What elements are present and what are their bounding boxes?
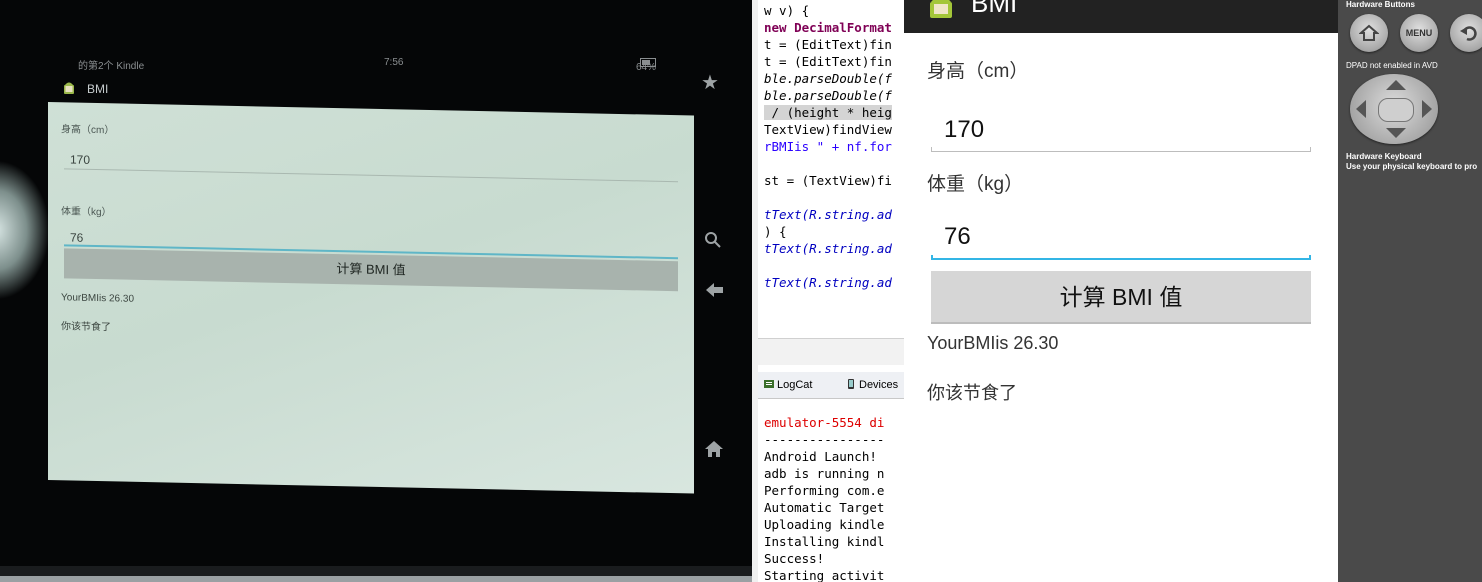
code-line: ble.parseDouble(f xyxy=(764,88,892,103)
code-line-highlighted: / (height * heig xyxy=(764,105,892,120)
code-line: t = (EditText)fin xyxy=(764,37,892,52)
height-label: 身高（cm） xyxy=(61,124,115,137)
height-input[interactable]: 170 xyxy=(70,152,90,166)
android-app-icon xyxy=(64,82,74,94)
device-icon xyxy=(848,379,854,389)
tab-devices-label: Devices xyxy=(859,379,899,391)
advice-text: 你该节食了 xyxy=(927,383,1017,403)
weight-input[interactable]: 76 xyxy=(70,230,83,244)
code-line: new DecimalFormat xyxy=(764,20,892,35)
hardware-keyboard-note: Use your physical keyboard to pro xyxy=(1346,162,1478,171)
home-icon[interactable] xyxy=(704,440,724,458)
kindle-status-bar: 的第2个 Kindle 7:56 64% xyxy=(48,52,696,74)
weight-label: 体重（kg） xyxy=(927,174,1024,195)
weight-label: 体重（kg） xyxy=(61,206,112,219)
hardware-keyboard-title: Hardware Keyboard xyxy=(1346,152,1422,161)
tab-logcat[interactable]: LogCat xyxy=(764,379,812,391)
light-glare xyxy=(0,160,50,300)
console-output: emulator-5554 di ---------------- Androi… xyxy=(764,414,884,582)
bmi-result-text: YourBMIis 26.30 xyxy=(61,292,135,305)
code-line: w v) { xyxy=(764,3,810,18)
height-label: 身高（cm） xyxy=(927,61,1029,82)
code-editor-panel: w v) { new DecimalFormat t = (EditText)f… xyxy=(752,0,904,582)
back-arrow-icon[interactable] xyxy=(704,281,724,299)
code-line: rBMIis " + nf.for xyxy=(764,139,892,154)
kindle-clock: 7:56 xyxy=(384,57,404,68)
kindle-device-name: 的第2个 Kindle xyxy=(78,61,145,72)
hardware-buttons-title: Hardware Buttons xyxy=(1346,0,1415,9)
console-line: Starting activit xyxy=(764,568,885,582)
avd-hardware-panel: Hardware Buttons MENU DPAD not enabled i… xyxy=(1338,0,1482,582)
home-button[interactable] xyxy=(1350,14,1388,52)
console-line: Success! xyxy=(764,551,825,566)
tab-logcat-label: LogCat xyxy=(777,379,813,391)
kindle-photo: 的第2个 Kindle 7:56 64% BMI 身高（cm） 170 体重（k… xyxy=(0,0,752,582)
battery-icon xyxy=(640,57,656,67)
code-line: TextView)findView xyxy=(764,122,892,137)
home-icon xyxy=(1358,24,1380,41)
height-input-underline xyxy=(64,168,678,183)
height-input-underline xyxy=(931,147,1311,152)
console-line: ---------------- xyxy=(764,432,885,447)
back-icon xyxy=(1460,26,1477,41)
console-line: Performing com.e xyxy=(764,483,885,498)
dpad-center-button[interactable] xyxy=(1378,98,1414,122)
console-line: Installing kindl xyxy=(764,534,885,549)
calculate-bmi-button[interactable]: 计算 BMI 值 xyxy=(931,271,1311,324)
console-line: Uploading kindle xyxy=(764,517,885,532)
code-line: tText(R.string.ad xyxy=(764,241,892,256)
view-tab-bar: LogCat Devices xyxy=(758,372,904,399)
search-icon[interactable] xyxy=(704,231,722,249)
code-line: ble.parseDouble(f xyxy=(764,71,892,86)
tab-devices[interactable]: Devices xyxy=(846,379,898,391)
code-editor[interactable]: w v) { new DecimalFormat t = (EditText)f… xyxy=(764,2,892,291)
dpad-left-icon xyxy=(1356,100,1366,118)
dpad-control[interactable] xyxy=(1350,74,1438,144)
advice-text: 你该节食了 xyxy=(61,321,111,334)
kindle-app-title: BMI xyxy=(87,82,109,96)
dpad-right-icon xyxy=(1422,100,1432,118)
code-line: st = (TextView)fi xyxy=(764,173,892,188)
weight-input[interactable]: 76 xyxy=(944,223,971,251)
kindle-app-screen: 身高（cm） 170 体重（kg） 76 计算 BMI 值 YourBMIis … xyxy=(48,102,694,494)
code-line: t = (EditText)fin xyxy=(764,54,892,69)
bmi-result-text: YourBMIis 26.30 xyxy=(927,333,1059,353)
console-line: adb is running n xyxy=(764,466,885,481)
code-line: ) { xyxy=(764,224,787,239)
code-line: tText(R.string.ad xyxy=(764,207,892,222)
emulator-app-title: BMI xyxy=(971,0,1018,18)
menu-button[interactable]: MENU xyxy=(1400,14,1438,52)
console-line: Automatic Target xyxy=(764,500,885,515)
photo-bottom-edge xyxy=(0,566,752,582)
height-input[interactable]: 170 xyxy=(944,116,984,144)
console-line: emulator-5554 di xyxy=(764,415,885,430)
kindle-action-bar: BMI xyxy=(55,76,695,102)
code-line: tText(R.string.ad xyxy=(764,275,892,290)
dpad-note: DPAD not enabled in AVD xyxy=(1346,61,1438,70)
weight-input-underline xyxy=(931,255,1311,260)
android-app-icon xyxy=(930,0,952,18)
panel-divider[interactable] xyxy=(758,338,904,365)
emulator-screen: BMI 身高（cm） 170 体重（kg） 76 计算 BMI 值 YourBM… xyxy=(904,0,1338,582)
star-icon[interactable]: ★ xyxy=(701,70,719,95)
kindle-battery: 64% xyxy=(636,57,656,73)
emulator-action-bar: BMI xyxy=(904,0,1338,33)
logcat-icon xyxy=(764,380,774,388)
console-line: Android Launch! xyxy=(764,449,877,464)
dpad-up-icon xyxy=(1386,80,1406,90)
back-button[interactable] xyxy=(1450,14,1482,52)
dpad-down-icon xyxy=(1386,128,1406,138)
